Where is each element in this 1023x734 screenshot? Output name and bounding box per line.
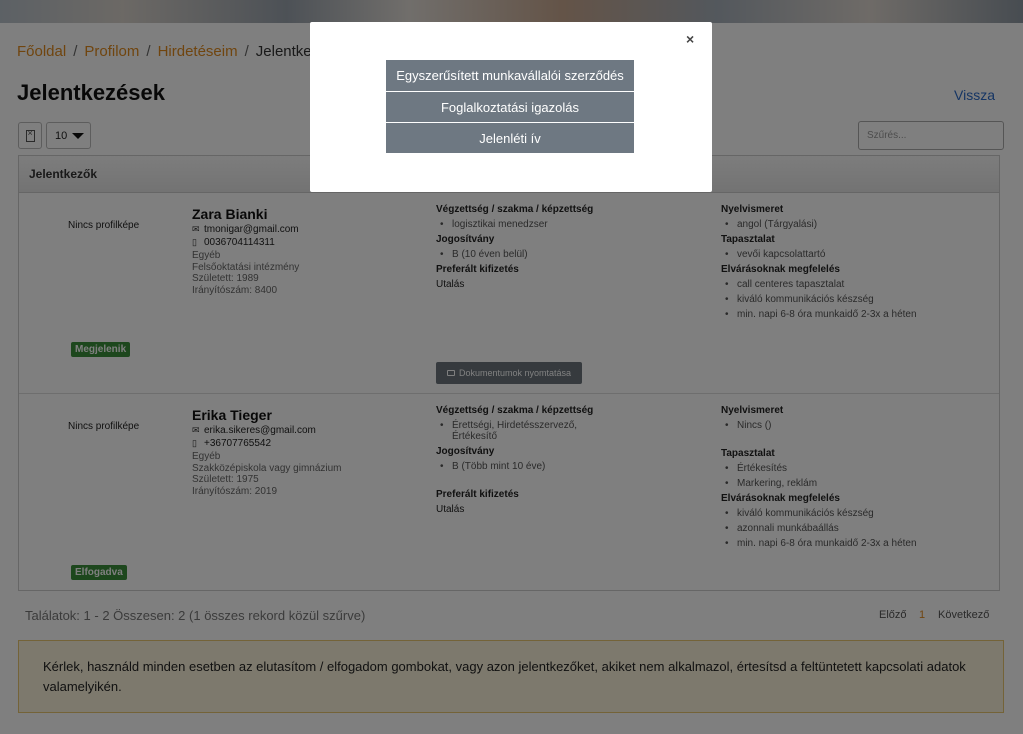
close-icon[interactable]: ×	[686, 31, 694, 47]
attendance-sheet-button[interactable]: Jelenléti ív	[386, 122, 634, 153]
print-options-modal: × Egyszerűsített munkavállalói szerződés…	[310, 22, 712, 192]
employment-certificate-button[interactable]: Foglalkoztatási igazolás	[386, 91, 634, 122]
simplified-contract-button[interactable]: Egyszerűsített munkavállalói szerződés	[386, 60, 634, 91]
